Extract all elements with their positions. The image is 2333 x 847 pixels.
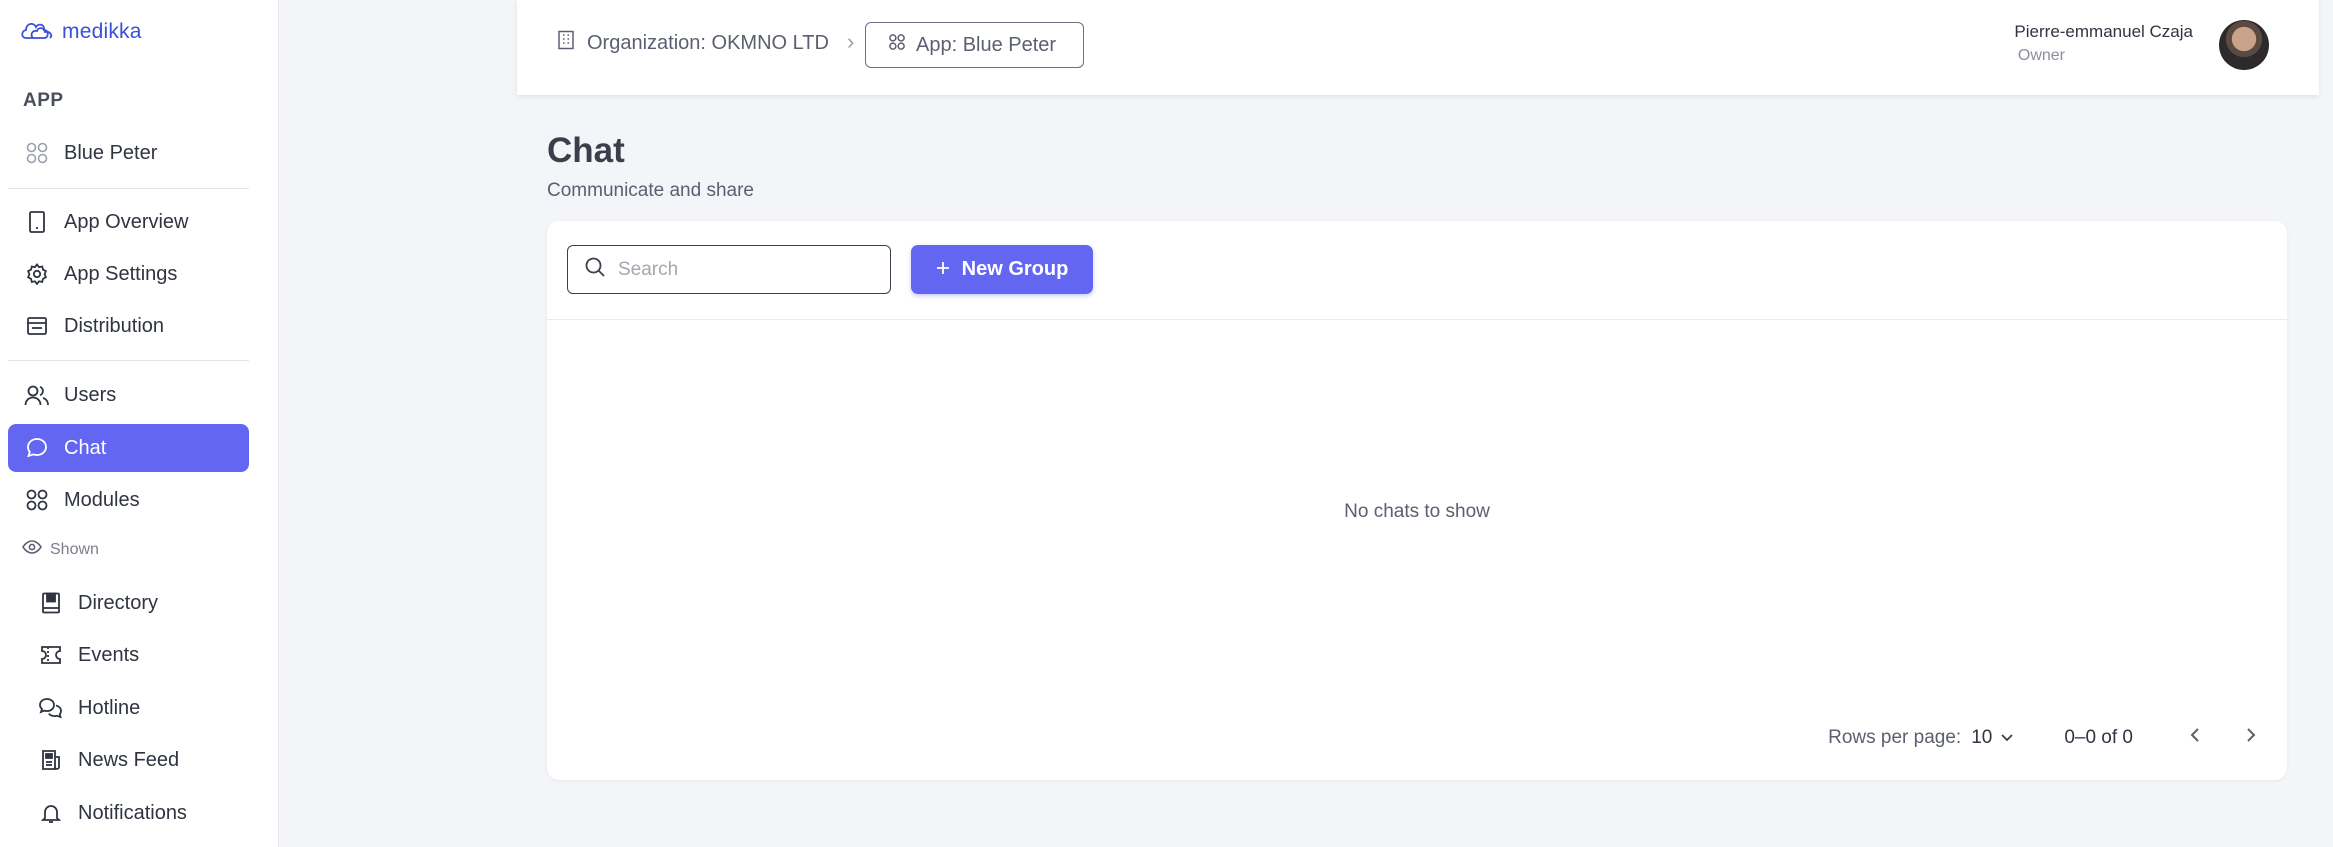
avatar[interactable] xyxy=(2219,20,2269,70)
sidebar-item-label: Distribution xyxy=(64,314,165,337)
breadcrumb-organization-label: Organization: OKMNO LTD xyxy=(587,31,829,54)
sidebar-item-label: Chat xyxy=(64,436,107,459)
shown-toggle[interactable]: Shown xyxy=(22,540,99,559)
sidebar-item-hotline[interactable]: Hotline xyxy=(8,684,249,732)
sidebar-item-label: Notifications xyxy=(78,801,187,824)
sidebar-item-app-settings[interactable]: App Settings xyxy=(8,250,249,298)
sidebar-item-label: News Feed xyxy=(78,748,180,771)
page-title: Chat xyxy=(547,131,625,170)
sidebar-item-modules[interactable]: Modules xyxy=(8,476,249,524)
newspaper-icon xyxy=(38,747,64,773)
sidebar-item-distribution[interactable]: Distribution xyxy=(8,302,249,350)
user-name[interactable]: Pierre-emmanuel Czaja xyxy=(2014,22,2193,42)
rows-per-page-select[interactable]: 10 xyxy=(1971,727,2014,749)
empty-state-text: No chats to show xyxy=(1344,501,1490,522)
eye-icon xyxy=(22,540,42,559)
sidebar-item-label: Modules xyxy=(64,488,140,511)
sidebar-item-label: App Overview xyxy=(64,210,189,233)
sidebar-item-label: Events xyxy=(78,643,140,666)
store-icon xyxy=(24,313,50,339)
sidebar-item-directory[interactable]: Directory xyxy=(8,579,249,627)
book-icon xyxy=(38,590,64,616)
sidebar-item-users[interactable]: Users xyxy=(8,371,249,419)
breadcrumb-app[interactable]: App: Blue Peter xyxy=(865,22,1084,68)
cloud-logo-icon xyxy=(20,18,58,45)
page-subtitle: Communicate and share xyxy=(547,180,754,201)
chevron-right-icon xyxy=(2246,727,2256,749)
new-group-label: New Group xyxy=(961,258,1069,280)
users-icon xyxy=(24,382,50,408)
user-role: Owner xyxy=(2017,47,2065,64)
grid-icon xyxy=(24,487,50,513)
chevron-left-icon xyxy=(2190,727,2200,749)
grid-outline-icon xyxy=(24,140,50,166)
card-toolbar: New Group xyxy=(547,221,2287,320)
search-box[interactable] xyxy=(567,245,891,294)
pagination: Rows per page: 10 0–0 of 0 xyxy=(1828,718,2287,758)
bell-icon xyxy=(38,800,64,826)
new-group-button[interactable]: New Group xyxy=(911,245,1093,294)
sidebar: medikka APP Blue Peter App Overview App … xyxy=(0,0,279,847)
breadcrumb-app-label: App: Blue Peter xyxy=(916,33,1057,56)
sidebar-app-switcher[interactable]: Blue Peter xyxy=(8,129,249,177)
search-input[interactable] xyxy=(618,258,878,281)
tablet-icon xyxy=(24,209,50,235)
chevron-right-icon: › xyxy=(847,29,855,54)
sidebar-item-events[interactable]: Events xyxy=(8,631,249,679)
pagination-range: 0–0 of 0 xyxy=(2064,727,2133,748)
previous-page-button[interactable] xyxy=(2175,718,2215,758)
app-logo[interactable]: medikka xyxy=(20,18,142,45)
grid-outline-icon xyxy=(888,33,906,57)
chat-bubble-icon xyxy=(24,435,50,461)
search-icon xyxy=(584,256,606,283)
gear-icon xyxy=(24,261,50,287)
sidebar-divider xyxy=(8,188,249,189)
chat-card: New Group No chats to show Rows per page… xyxy=(547,221,2287,780)
sidebar-item-label: Directory xyxy=(78,591,159,614)
logo-text: medikka xyxy=(62,19,142,43)
sidebar-item-news-feed[interactable]: News Feed xyxy=(8,736,249,784)
plus-icon xyxy=(936,258,950,281)
chevron-down-icon xyxy=(2000,727,2014,749)
sidebar-item-label: App Settings xyxy=(64,262,178,285)
chats-icon xyxy=(38,695,64,721)
building-icon xyxy=(557,30,575,56)
shown-label: Shown xyxy=(50,540,99,558)
top-header: Organization: OKMNO LTD › App: Blue Pete… xyxy=(517,0,2319,95)
section-label-app: APP xyxy=(23,90,64,111)
sidebar-item-label: Hotline xyxy=(78,696,141,719)
sidebar-item-notifications[interactable]: Notifications xyxy=(8,789,249,837)
rows-per-page-value: 10 xyxy=(1971,727,1993,748)
sidebar-item-app-overview[interactable]: App Overview xyxy=(8,198,249,246)
breadcrumb-organization[interactable]: Organization: OKMNO LTD xyxy=(557,30,829,56)
sidebar-divider xyxy=(8,360,249,361)
rows-per-page-label: Rows per page: xyxy=(1828,727,1962,748)
sidebar-app-name: Blue Peter xyxy=(64,141,158,164)
sidebar-item-chat[interactable]: Chat xyxy=(8,424,249,472)
ticket-icon xyxy=(38,642,64,668)
sidebar-item-label: Users xyxy=(64,383,117,406)
next-page-button[interactable] xyxy=(2231,718,2271,758)
